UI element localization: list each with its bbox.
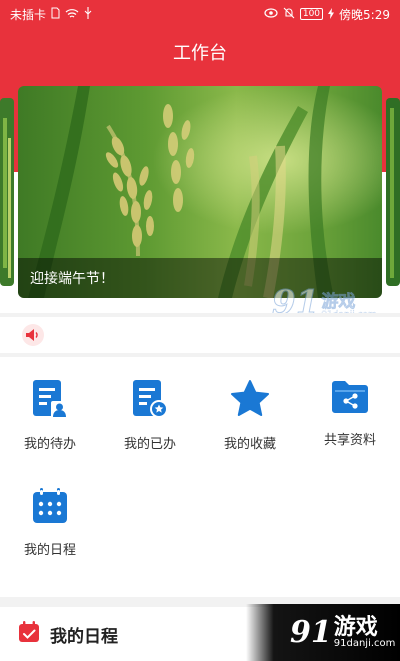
banner-caption: 迎接端午节！ <box>30 271 114 287</box>
eye-icon <box>264 8 278 20</box>
function-grid: 我的待办 我的已办 我的收藏 共享资料 我的日程 <box>0 357 400 597</box>
section-title: 我的日程 <box>50 626 118 647</box>
corner-watermark-number: 91 <box>290 614 332 650</box>
corner-watermark: 91 游戏 91danji.com <box>246 604 400 661</box>
calendar-icon <box>29 487 71 525</box>
page-title: 工作台 <box>173 43 227 64</box>
grid-item-shared[interactable]: 共享资料 <box>300 357 400 448</box>
carrier-text: 未插卡 <box>10 7 47 22</box>
grid-item-label: 我的待办 <box>23 437 76 452</box>
star-icon <box>229 379 271 419</box>
mute-icon <box>283 7 295 21</box>
grid-item-favorites[interactable]: 我的收藏 <box>200 357 300 452</box>
banner-carousel: 迎接端午节！ 91 游戏 91danji.com <box>0 76 400 313</box>
grid-item-label: 共享资料 <box>323 433 376 448</box>
watermark-url: 91danji.com <box>321 310 377 313</box>
grid-item-label: 我的收藏 <box>223 437 276 452</box>
watermark-name: 游戏 <box>321 292 356 312</box>
watermark-logo: 91 游戏 91danji.com <box>271 283 377 314</box>
banner-slide[interactable]: 迎接端午节！ <box>18 86 382 298</box>
banner-next-slide[interactable] <box>386 98 400 286</box>
corner-watermark-url: 91danji.com <box>333 637 396 649</box>
grid-item-calendar[interactable]: 我的日程 <box>0 465 100 558</box>
todo-icon <box>29 379 71 419</box>
grid-item-done[interactable]: 我的已办 <box>100 357 200 452</box>
app-header: 工作台 <box>0 28 400 76</box>
clock: 傍晚5:29 <box>339 7 390 22</box>
charging-icon <box>328 7 335 21</box>
wifi-icon <box>65 8 79 21</box>
notice-bar[interactable] <box>0 317 400 353</box>
grid-item-todo[interactable]: 我的待办 <box>0 357 100 452</box>
banner-prev-slide[interactable] <box>0 98 14 286</box>
battery-icon: 100 <box>299 8 324 20</box>
grid-item-label: 我的日程 <box>23 543 76 558</box>
grid-item-label: 我的已办 <box>123 437 176 452</box>
watermark-number: 91 <box>271 283 320 314</box>
share-folder-icon <box>329 379 371 415</box>
sim-icon <box>51 7 60 21</box>
status-bar: 未插卡 100 傍晚5:29 <box>0 0 400 28</box>
calendar-check-icon <box>18 621 40 647</box>
done-icon <box>129 379 171 419</box>
usb-icon <box>84 7 92 21</box>
corner-watermark-name: 游戏 <box>333 614 378 640</box>
speaker-icon <box>22 324 44 346</box>
